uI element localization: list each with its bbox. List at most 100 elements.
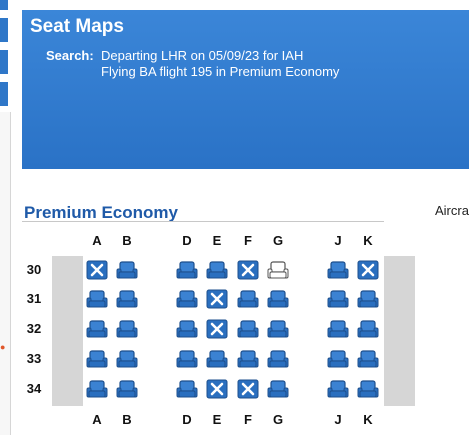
edge-tab[interactable] [0, 18, 8, 42]
column-label-bottom: A [92, 412, 102, 427]
seat-34G[interactable] [267, 379, 289, 399]
seat-icon [116, 320, 138, 338]
seat-icon [206, 261, 228, 279]
selected-seat-30G[interactable] [267, 260, 289, 280]
seat-33J[interactable] [327, 349, 349, 369]
column-label-bottom: K [363, 412, 373, 427]
search-header: Seat Maps Search: Departing LHR on 05/09… [22, 10, 469, 169]
column-label-top: G [272, 233, 284, 248]
occupied-seat-34E [206, 379, 228, 399]
edge-tab[interactable] [0, 82, 8, 106]
seat-31B[interactable] [116, 289, 138, 309]
column-label-bottom: G [272, 412, 284, 427]
seat-icon [237, 350, 259, 368]
seat-30D[interactable] [176, 260, 198, 280]
column-label-top: A [92, 233, 102, 248]
divider [22, 221, 384, 222]
row-number: 32 [26, 321, 42, 336]
seat-31A[interactable] [86, 289, 108, 309]
seat-33E[interactable] [206, 349, 228, 369]
selected-seat-icon [267, 261, 289, 279]
seat-31J[interactable] [327, 289, 349, 309]
occupied-seat-icon [206, 289, 228, 309]
seat-icon [237, 320, 259, 338]
seat-icon [176, 380, 198, 398]
seat-icon [86, 290, 108, 308]
seat-33G[interactable] [267, 349, 289, 369]
occupied-seat-icon [206, 379, 228, 399]
column-label-top: K [363, 233, 373, 248]
edge-tab[interactable] [0, 0, 8, 10]
search-summary-line: Flying BA flight 195 in Premium Economy [101, 64, 340, 79]
seat-32F[interactable] [237, 319, 259, 339]
seat-32B[interactable] [116, 319, 138, 339]
side-panel [0, 112, 11, 435]
occupied-seat-icon [237, 379, 259, 399]
occupied-seat-icon [237, 260, 259, 280]
seat-32D[interactable] [176, 319, 198, 339]
seat-icon [357, 380, 379, 398]
search-label: Search: [46, 48, 94, 63]
occupied-seat-30A [86, 260, 108, 280]
seat-icon [176, 350, 198, 368]
row-number: 31 [26, 291, 42, 306]
edge-tab[interactable] [0, 50, 8, 74]
seat-icon [267, 320, 289, 338]
occupied-seat-32E [206, 319, 228, 339]
seat-icon [237, 290, 259, 308]
seat-icon [176, 290, 198, 308]
seat-34D[interactable] [176, 379, 198, 399]
seat-33K[interactable] [357, 349, 379, 369]
seat-32K[interactable] [357, 319, 379, 339]
row-number: 30 [26, 262, 42, 277]
seat-31G[interactable] [267, 289, 289, 309]
seat-30E[interactable] [206, 260, 228, 280]
seat-34J[interactable] [327, 379, 349, 399]
search-summary-line: Departing LHR on 05/09/23 for IAH [101, 48, 304, 63]
seat-icon [327, 261, 349, 279]
seat-33B[interactable] [116, 349, 138, 369]
seat-30B[interactable] [116, 260, 138, 280]
occupied-seat-30F [237, 260, 259, 280]
seat-icon [357, 290, 379, 308]
seat-34B[interactable] [116, 379, 138, 399]
page-title: Seat Maps [30, 16, 124, 37]
seat-icon [357, 320, 379, 338]
seat-34A[interactable] [86, 379, 108, 399]
seat-icon [327, 380, 349, 398]
seat-icon [267, 350, 289, 368]
seat-icon [327, 320, 349, 338]
seat-30J[interactable] [327, 260, 349, 280]
seat-31D[interactable] [176, 289, 198, 309]
column-label-bottom: E [212, 412, 222, 427]
occupied-seat-icon [86, 260, 108, 280]
seat-33D[interactable] [176, 349, 198, 369]
seat-icon [327, 290, 349, 308]
seat-31F[interactable] [237, 289, 259, 309]
seat-icon [267, 290, 289, 308]
column-label-bottom: J [334, 412, 342, 427]
seat-icon [116, 290, 138, 308]
seat-33A[interactable] [86, 349, 108, 369]
fuselage-wall-left [52, 256, 83, 406]
occupied-seat-icon [206, 319, 228, 339]
seat-icon [327, 350, 349, 368]
column-label-top: D [182, 233, 192, 248]
seat-icon [357, 350, 379, 368]
seat-32A[interactable] [86, 319, 108, 339]
seat-icon [267, 380, 289, 398]
seat-icon [86, 320, 108, 338]
column-label-bottom: F [244, 412, 252, 427]
seat-32J[interactable] [327, 319, 349, 339]
seat-32G[interactable] [267, 319, 289, 339]
seat-33F[interactable] [237, 349, 259, 369]
occupied-seat-icon [357, 260, 379, 280]
occupied-seat-31E [206, 289, 228, 309]
column-label-top: E [212, 233, 222, 248]
seat-31K[interactable] [357, 289, 379, 309]
column-label-bottom: B [122, 412, 132, 427]
fuselage-wall-right [384, 256, 415, 406]
row-number: 34 [26, 381, 42, 396]
seat-icon [116, 380, 138, 398]
seat-34K[interactable] [357, 379, 379, 399]
